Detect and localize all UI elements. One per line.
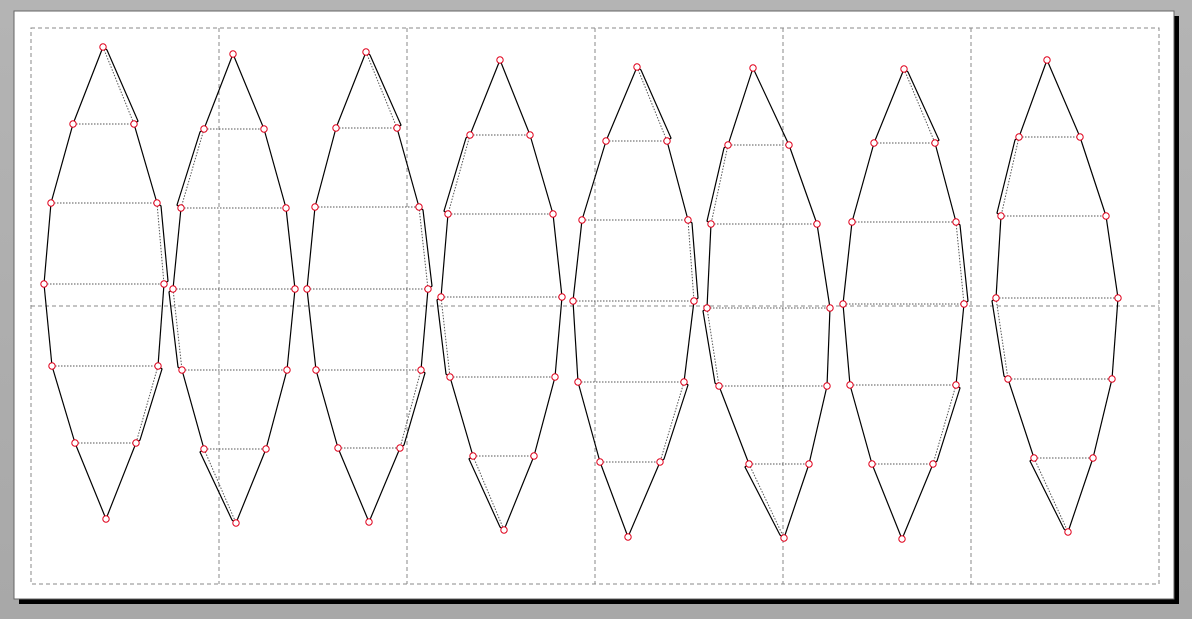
vertex-handle: [846, 381, 854, 389]
vertex-handle: [690, 297, 698, 305]
vertex-handle: [178, 366, 186, 374]
vertex-handle: [40, 280, 48, 288]
pattern-canvas[interactable]: [0, 0, 1192, 619]
vertex-handle: [602, 137, 610, 145]
vertex-handle: [393, 124, 401, 132]
vertex-handle: [813, 220, 821, 228]
vertex-handle: [684, 216, 692, 224]
vertex-handle: [785, 141, 793, 149]
vertex-handle: [900, 65, 908, 73]
vertex-handle: [153, 199, 161, 207]
vertex-handle: [823, 382, 831, 390]
vertex-handle: [69, 120, 77, 128]
vertex-handle: [229, 50, 237, 58]
vertex-handle: [724, 141, 732, 149]
vertex-handle: [703, 304, 711, 312]
vertex-handle: [332, 124, 340, 132]
vertex-handle: [780, 534, 788, 542]
vertex-handle: [749, 64, 757, 72]
vertex-handle: [1043, 56, 1051, 64]
vertex-handle: [303, 285, 311, 293]
vertex-handle: [446, 373, 454, 381]
vertex-handle: [424, 285, 432, 293]
vertex-handle: [826, 304, 834, 312]
vertex-handle: [805, 460, 813, 468]
vertex-handle: [437, 293, 445, 301]
vertex-handle: [596, 458, 604, 466]
vertex-handle: [444, 210, 452, 218]
vertex-handle: [715, 382, 723, 390]
vertex-handle: [633, 63, 641, 71]
vertex-handle: [200, 445, 208, 453]
vertex-handle: [839, 300, 847, 308]
vertex-handle: [1030, 454, 1038, 462]
vertex-handle: [1089, 454, 1097, 462]
vertex-handle: [868, 460, 876, 468]
vertex-handle: [551, 373, 559, 381]
vertex-handle: [549, 210, 557, 218]
vertex-handle: [466, 131, 474, 139]
vertex-handle: [469, 452, 477, 460]
vertex-handle: [960, 300, 968, 308]
vertex-handle: [1108, 375, 1116, 383]
vertex-handle: [569, 297, 577, 305]
vertex-handle: [707, 220, 715, 228]
vertex-handle: [745, 460, 753, 468]
vertex-handle: [232, 519, 240, 527]
vertex-handle: [154, 362, 162, 370]
vertex-handle: [530, 452, 538, 460]
vertex-handle: [177, 204, 185, 212]
vertex-handle: [870, 139, 878, 147]
vertex-handle: [624, 533, 632, 541]
vertex-handle: [102, 515, 110, 523]
vertex-handle: [952, 218, 960, 226]
vertex-handle: [312, 366, 320, 374]
vertex-handle: [130, 120, 138, 128]
vertex-handle: [1064, 528, 1072, 536]
vertex-handle: [417, 366, 425, 374]
vertex-handle: [260, 125, 268, 133]
vertex-handle: [500, 526, 508, 534]
vertex-handle: [997, 212, 1005, 220]
vertex-handle: [334, 444, 342, 452]
vertex-handle: [311, 203, 319, 211]
vertex-handle: [1076, 133, 1084, 141]
vertex-handle: [48, 362, 56, 370]
vertex-handle: [262, 445, 270, 453]
vertex-handle: [132, 439, 140, 447]
vertex-handle: [663, 137, 671, 145]
vertex-handle: [1004, 375, 1012, 383]
vertex-handle: [574, 378, 582, 386]
vertex-handle: [952, 381, 960, 389]
vertex-handle: [931, 139, 939, 147]
vertex-handle: [929, 460, 937, 468]
vertex-handle: [848, 218, 856, 226]
vertex-handle: [1114, 294, 1122, 302]
vertex-handle: [200, 125, 208, 133]
vertex-handle: [992, 294, 1000, 302]
vertex-handle: [160, 280, 168, 288]
vertex-handle: [47, 199, 55, 207]
pattern-viewport[interactable]: [0, 0, 1192, 619]
vertex-handle: [558, 293, 566, 301]
vertex-handle: [680, 378, 688, 386]
vertex-handle: [291, 285, 299, 293]
vertex-handle: [1015, 133, 1023, 141]
vertex-handle: [526, 131, 534, 139]
vertex-handle: [365, 518, 373, 526]
vertex-handle: [362, 48, 370, 56]
vertex-handle: [415, 203, 423, 211]
vertex-handle: [71, 439, 79, 447]
vertex-handle: [1102, 212, 1110, 220]
vertex-handle: [99, 43, 107, 51]
vertex-handle: [396, 444, 404, 452]
paper-sheet: [13, 10, 1175, 600]
vertex-handle: [578, 216, 586, 224]
vertex-handle: [898, 535, 906, 543]
vertex-handle: [282, 204, 290, 212]
vertex-handle: [496, 56, 504, 64]
vertex-handle: [656, 458, 664, 466]
vertex-handle: [283, 366, 291, 374]
vertex-handle: [169, 285, 177, 293]
